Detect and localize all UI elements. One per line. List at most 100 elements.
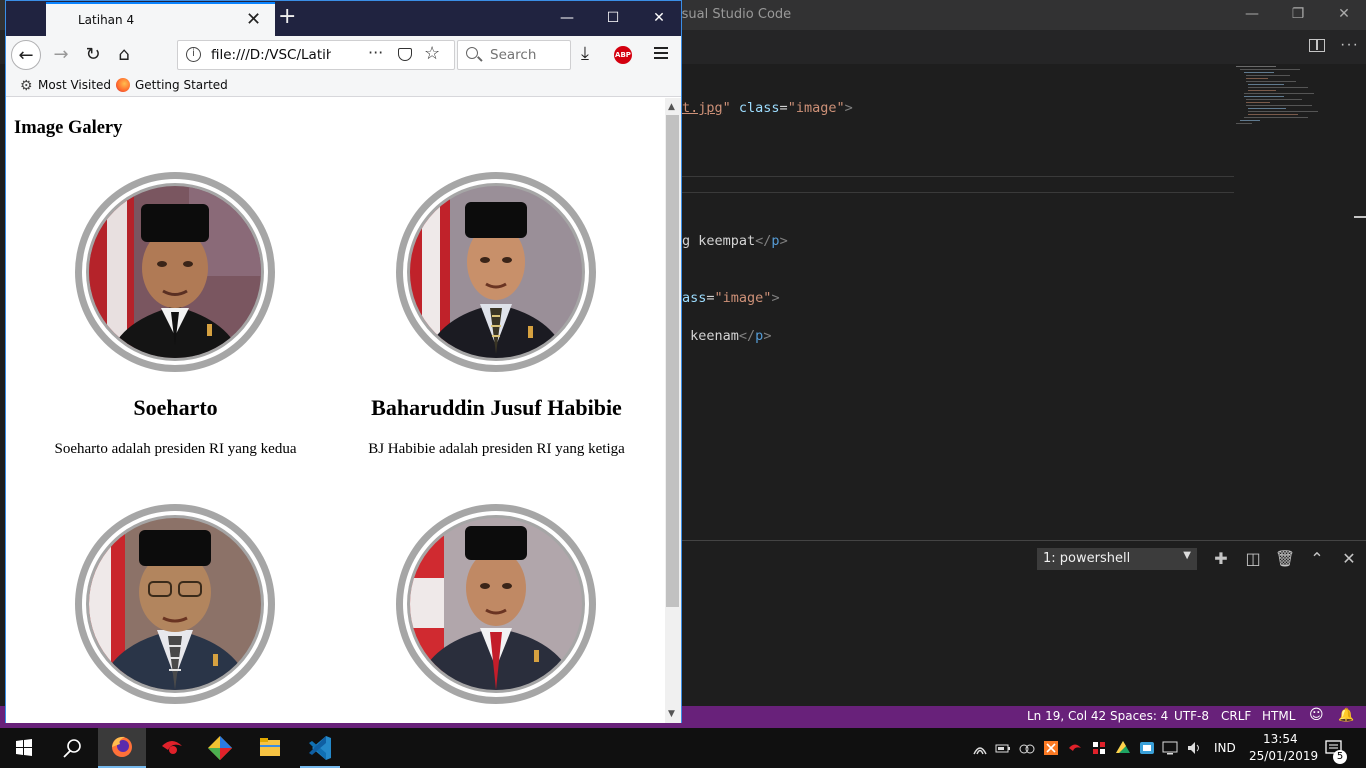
windows-start-icon[interactable] <box>0 728 48 768</box>
forward-arrow-icon[interactable]: → <box>46 40 76 70</box>
monitor-icon[interactable] <box>1162 740 1178 756</box>
gear-icon: ⚙ <box>20 77 33 93</box>
portrait-susilo-bambang-yudhoyono <box>410 518 582 690</box>
notification-count-badge: 5 <box>1333 750 1347 764</box>
cursor-position[interactable]: Ln 19, Col 42 <box>1027 709 1106 723</box>
bell-icon[interactable]: 🔔 <box>1338 708 1354 723</box>
editor-scroll-marker <box>1354 216 1366 218</box>
split-editor-icon[interactable] <box>1309 39 1325 52</box>
search-input[interactable]: Search <box>457 40 571 70</box>
pocket-icon[interactable] <box>398 48 412 61</box>
close-panel-icon[interactable]: ✕ <box>1338 548 1360 570</box>
code-token: g keempat <box>682 233 756 249</box>
portrait-frame <box>75 504 275 704</box>
page-viewport: Image Galery Soeharto Soeharto adalah pr… <box>6 98 665 723</box>
clock-time[interactable]: 13:54 <box>1263 732 1298 746</box>
code-line[interactable]: t.jpg" class="image"> <box>682 100 853 116</box>
card-name: Soeharto <box>133 395 218 420</box>
firefox-taskbar-icon[interactable] <box>98 728 146 768</box>
garena-icon[interactable] <box>148 728 196 768</box>
code-token: t.jpg <box>682 100 723 116</box>
bookmark-getting-started[interactable]: Getting Started <box>135 78 228 92</box>
page-actions-icon[interactable]: ··· <box>368 43 383 62</box>
search-placeholder: Search <box>490 47 537 63</box>
hamburger-menu-icon[interactable] <box>654 47 668 49</box>
chevron-down-icon: ▼ <box>1183 550 1191 561</box>
code-token: </ <box>755 233 772 249</box>
code-token: > <box>779 233 788 249</box>
adblock-icon[interactable]: ABP <box>614 46 632 64</box>
new-terminal-icon[interactable]: ✚ <box>1210 548 1232 570</box>
scrollbar-thumb[interactable] <box>666 115 679 607</box>
google-drive-icon[interactable] <box>1115 740 1131 756</box>
card-name: Baharuddin Jusuf Habibie <box>371 395 622 420</box>
firefox-window: Latihan 4 ✕ + — ☐ ✕ ← → ↻ ⌂ i file:///D:… <box>5 0 682 723</box>
shield-tray-icon[interactable] <box>1091 740 1107 756</box>
indentation-status[interactable]: Spaces: 4 <box>1110 709 1168 723</box>
code-line[interactable]: keenam</p> <box>682 328 771 344</box>
close-window-icon[interactable]: ✕ <box>636 1 682 36</box>
terminal-select[interactable]: 1: powershell ▼ <box>1037 548 1197 570</box>
code-token: "image" <box>787 100 845 116</box>
minimize-icon[interactable]: — <box>544 1 590 36</box>
gallery-card: Soeharto Soeharto adalah presiden RI yan… <box>15 170 336 500</box>
trash-icon[interactable]: 🗑 <box>1274 548 1296 570</box>
code-line[interactable]: g keempat</p> <box>682 233 788 249</box>
network-share-icon[interactable] <box>1019 740 1035 756</box>
new-tab-icon[interactable]: + <box>278 4 296 29</box>
code-line[interactable]: ass="image"> <box>682 290 780 306</box>
code-token: = <box>779 100 788 116</box>
vscode-restore-icon[interactable]: ❐ <box>1275 0 1321 30</box>
url-text[interactable]: file:///D:/VSC/Latiha <box>211 47 331 63</box>
portrait-frame <box>396 504 596 704</box>
close-tab-icon[interactable]: ✕ <box>246 9 261 30</box>
star-icon[interactable]: ☆ <box>424 43 440 64</box>
portrait-soeharto <box>89 186 261 358</box>
reload-icon[interactable]: ↻ <box>78 40 108 70</box>
minimap[interactable] <box>1234 64 1354 540</box>
eol-status[interactable]: CRLF <box>1221 709 1251 723</box>
search-icon[interactable] <box>48 728 96 768</box>
scroll-down-icon[interactable]: ▼ <box>668 709 675 719</box>
browser-tab[interactable]: Latihan 4 ✕ <box>46 2 275 36</box>
vscode-close-icon[interactable]: ✕ <box>1321 0 1366 30</box>
page-title: Image Galery <box>14 118 123 138</box>
card-description: Soeharto adalah presiden RI yang kedua <box>54 441 297 457</box>
vscode-minimize-icon[interactable]: — <box>1229 0 1275 30</box>
code-token: class <box>738 100 780 116</box>
wifi-icon[interactable] <box>972 740 988 756</box>
maximize-panel-icon[interactable]: ⌃ <box>1306 548 1328 570</box>
gallery-card: Baharuddin Jusuf Habibie BJ Habibie adal… <box>336 170 657 500</box>
clock-date[interactable]: 25/01/2019 <box>1249 749 1318 763</box>
code-token: > <box>771 290 780 306</box>
code-token: keenam <box>682 328 739 344</box>
garena-tray-icon[interactable] <box>1067 740 1083 756</box>
vscode-taskbar-icon[interactable] <box>296 728 344 768</box>
encoding-status[interactable]: UTF-8 <box>1174 709 1209 723</box>
split-terminal-icon[interactable]: ◫ <box>1242 548 1264 570</box>
url-bar[interactable]: i file:///D:/VSC/Latiha ··· ☆ <box>177 40 455 70</box>
maximize-icon[interactable]: ☐ <box>590 1 636 36</box>
language-status[interactable]: HTML <box>1262 709 1295 723</box>
input-language[interactable]: IND <box>1214 741 1236 755</box>
xampp-icon[interactable] <box>1043 740 1059 756</box>
smiley-feedback-icon[interactable]: ☺ <box>1309 707 1324 723</box>
home-icon[interactable]: ⌂ <box>109 40 139 70</box>
terminal-select-value: 1: powershell <box>1043 551 1131 566</box>
sourcetree-icon[interactable] <box>196 728 244 768</box>
editor-divider <box>682 176 1234 177</box>
info-icon[interactable]: i <box>186 47 201 62</box>
volume-icon[interactable] <box>1186 740 1202 756</box>
app-tray-icon[interactable] <box>1139 740 1155 756</box>
more-actions-icon[interactable]: ··· <box>1340 36 1359 54</box>
firefox-logo-icon <box>116 78 130 92</box>
bookmark-most-visited[interactable]: Most Visited <box>38 78 111 92</box>
back-arrow-icon[interactable]: ← <box>11 40 41 70</box>
card-description: BJ Habibie adalah presiden RI yang ketig… <box>368 441 625 457</box>
file-explorer-icon[interactable] <box>246 728 294 768</box>
battery-icon[interactable] <box>995 740 1011 756</box>
download-icon[interactable]: ⤓ <box>581 43 589 64</box>
code-token: p <box>771 233 780 249</box>
scroll-up-icon[interactable]: ▲ <box>668 102 675 112</box>
portrait-frame <box>75 172 275 372</box>
